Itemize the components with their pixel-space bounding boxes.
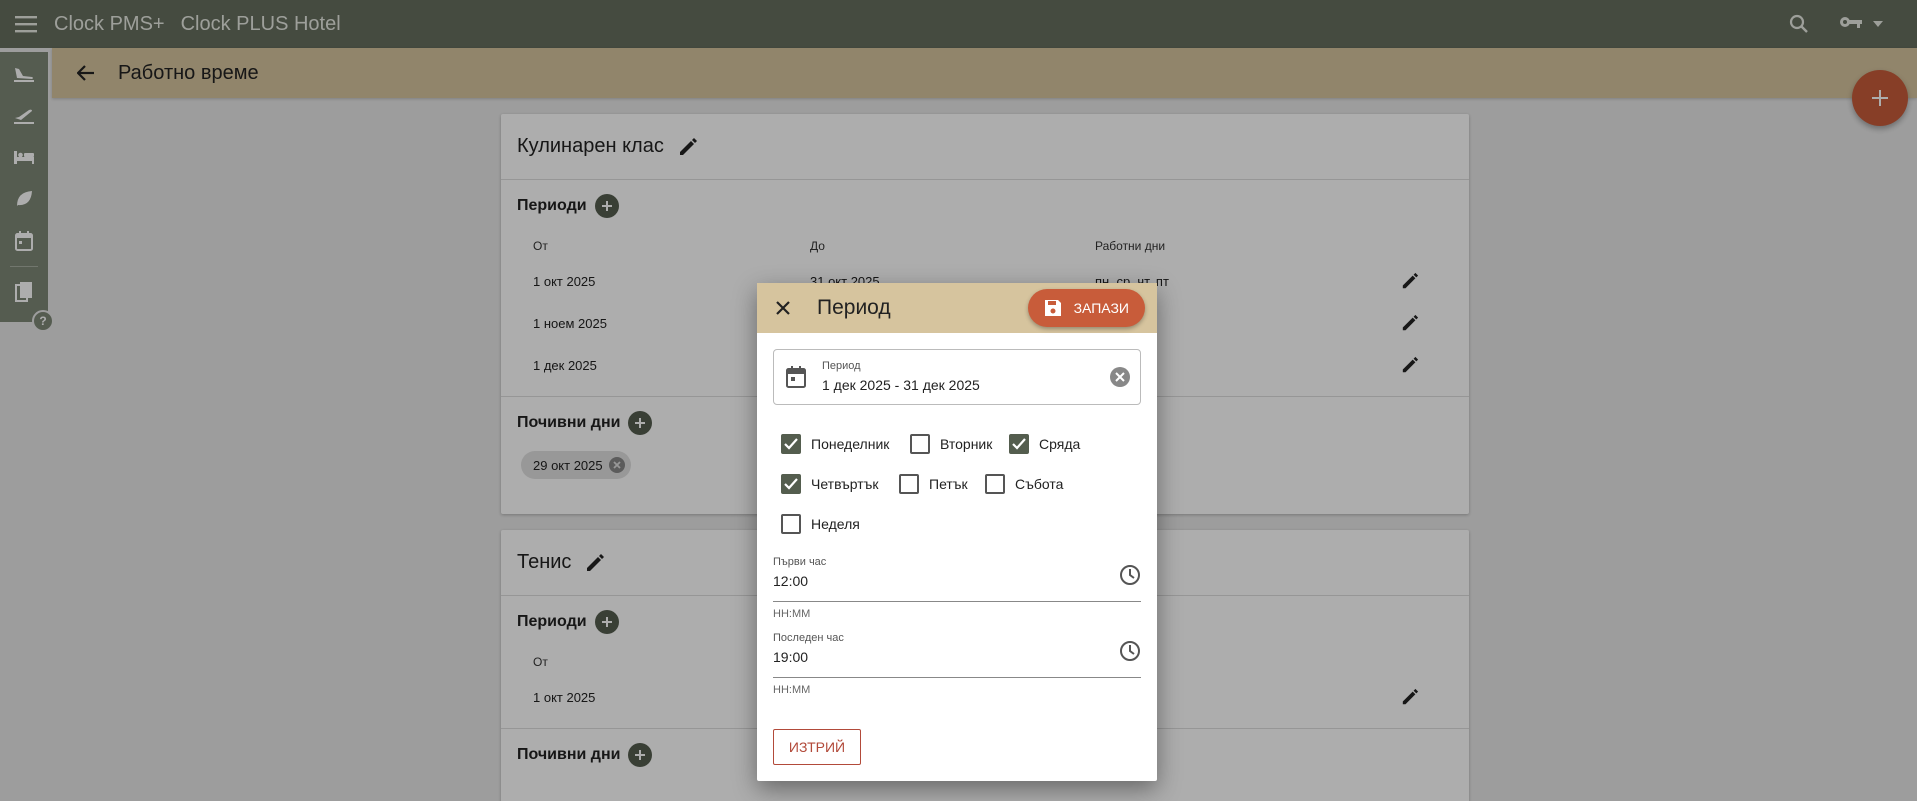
checkbox-checked-icon xyxy=(781,434,801,454)
checkbox-label: Неделя xyxy=(811,516,860,532)
checkbox-unchecked-icon xyxy=(781,514,801,534)
checkbox-label: Понеделник xyxy=(811,436,890,452)
checkbox-unchecked-icon xyxy=(899,474,919,494)
checkbox-label: Четвъртък xyxy=(811,476,879,492)
period-dialog: Период ЗАПАЗИ Период 1 дек 2025 - 31 дек… xyxy=(757,283,1157,781)
checkbox-label: Петък xyxy=(929,476,968,492)
clock-icon[interactable] xyxy=(1119,640,1141,662)
checkbox-checked-icon xyxy=(781,474,801,494)
first-hour-value: 12:00 xyxy=(773,573,809,589)
clock-icon[interactable] xyxy=(1119,564,1141,586)
save-button[interactable]: ЗАПАЗИ xyxy=(1027,289,1145,327)
checkbox-sunday[interactable]: Неделя xyxy=(781,514,860,534)
checkbox-wednesday[interactable]: Сряда xyxy=(1009,434,1080,454)
checkbox-unchecked-icon xyxy=(910,434,930,454)
checkbox-monday[interactable]: Понеделник xyxy=(781,434,889,454)
checkbox-friday[interactable]: Петък xyxy=(899,474,968,494)
first-hour-field[interactable]: Първи час 12:00 xyxy=(773,556,1141,602)
period-field-label: Период xyxy=(822,360,861,372)
last-hour-field[interactable]: Последен час 19:00 xyxy=(773,632,1141,678)
last-hour-value: 19:00 xyxy=(773,649,809,665)
period-date-range-field[interactable]: Период 1 дек 2025 - 31 дек 2025 xyxy=(773,349,1141,405)
save-icon xyxy=(1044,299,1062,317)
checkbox-unchecked-icon xyxy=(985,474,1005,494)
checkbox-label: Събота xyxy=(1015,476,1064,492)
dialog-title: Период xyxy=(817,296,891,319)
last-hour-label: Последен час xyxy=(773,632,844,644)
delete-button[interactable]: ИЗТРИЙ xyxy=(773,729,861,765)
calendar-icon xyxy=(786,366,806,388)
dialog-header: Период ЗАПАЗИ xyxy=(757,283,1157,333)
first-hour-label: Първи час xyxy=(773,556,827,568)
checkbox-thursday[interactable]: Четвъртък xyxy=(781,474,879,494)
checkbox-label: Вторник xyxy=(940,436,993,452)
last-hour-hint: HH:MM xyxy=(773,684,811,696)
checkbox-checked-icon xyxy=(1009,434,1029,454)
checkbox-tuesday[interactable]: Вторник xyxy=(910,434,992,454)
checkbox-label: Сряда xyxy=(1039,436,1081,452)
checkbox-saturday[interactable]: Събота xyxy=(985,474,1063,494)
save-label: ЗАПАЗИ xyxy=(1073,300,1129,316)
period-field-value: 1 дек 2025 - 31 дек 2025 xyxy=(822,377,980,393)
close-icon[interactable] xyxy=(757,283,809,333)
clear-icon[interactable] xyxy=(1110,367,1130,387)
first-hour-hint: HH:MM xyxy=(773,608,811,620)
